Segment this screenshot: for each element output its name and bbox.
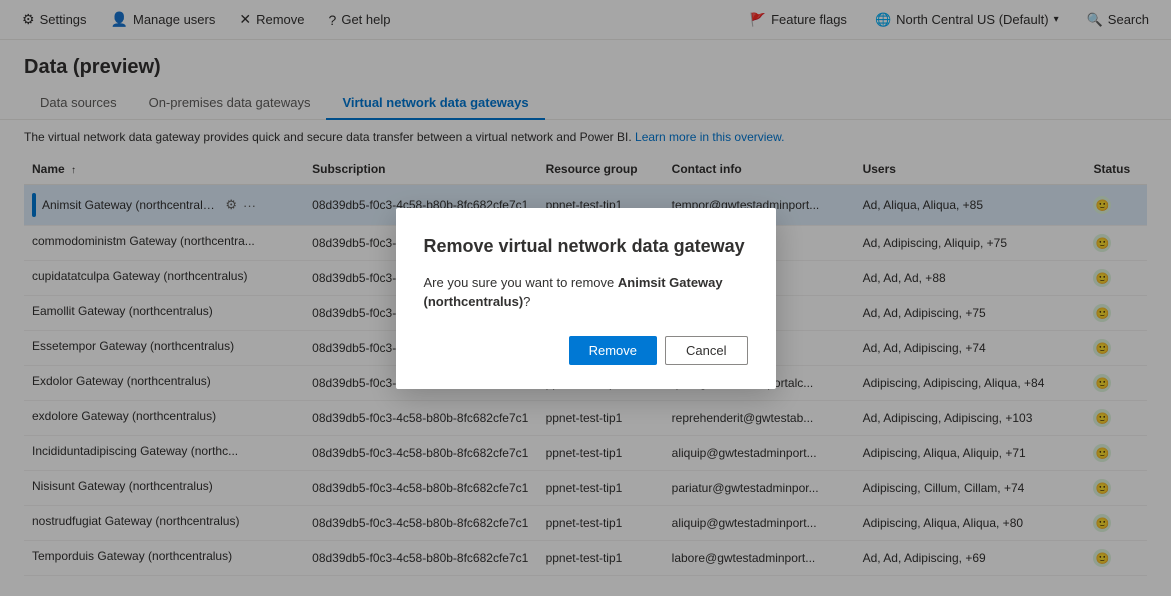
modal-body-suffix: ? <box>523 294 530 309</box>
modal-body-prefix: Are you sure you want to remove <box>424 275 618 290</box>
remove-modal: Remove virtual network data gateway Are … <box>396 208 776 389</box>
modal-actions: Remove Cancel <box>424 336 748 365</box>
modal-cancel-button[interactable]: Cancel <box>665 336 747 365</box>
modal-body: Are you sure you want to remove Animsit … <box>424 273 748 312</box>
modal-title: Remove virtual network data gateway <box>424 236 748 257</box>
modal-overlay: Remove virtual network data gateway Are … <box>0 0 1171 596</box>
modal-remove-button[interactable]: Remove <box>569 336 657 365</box>
